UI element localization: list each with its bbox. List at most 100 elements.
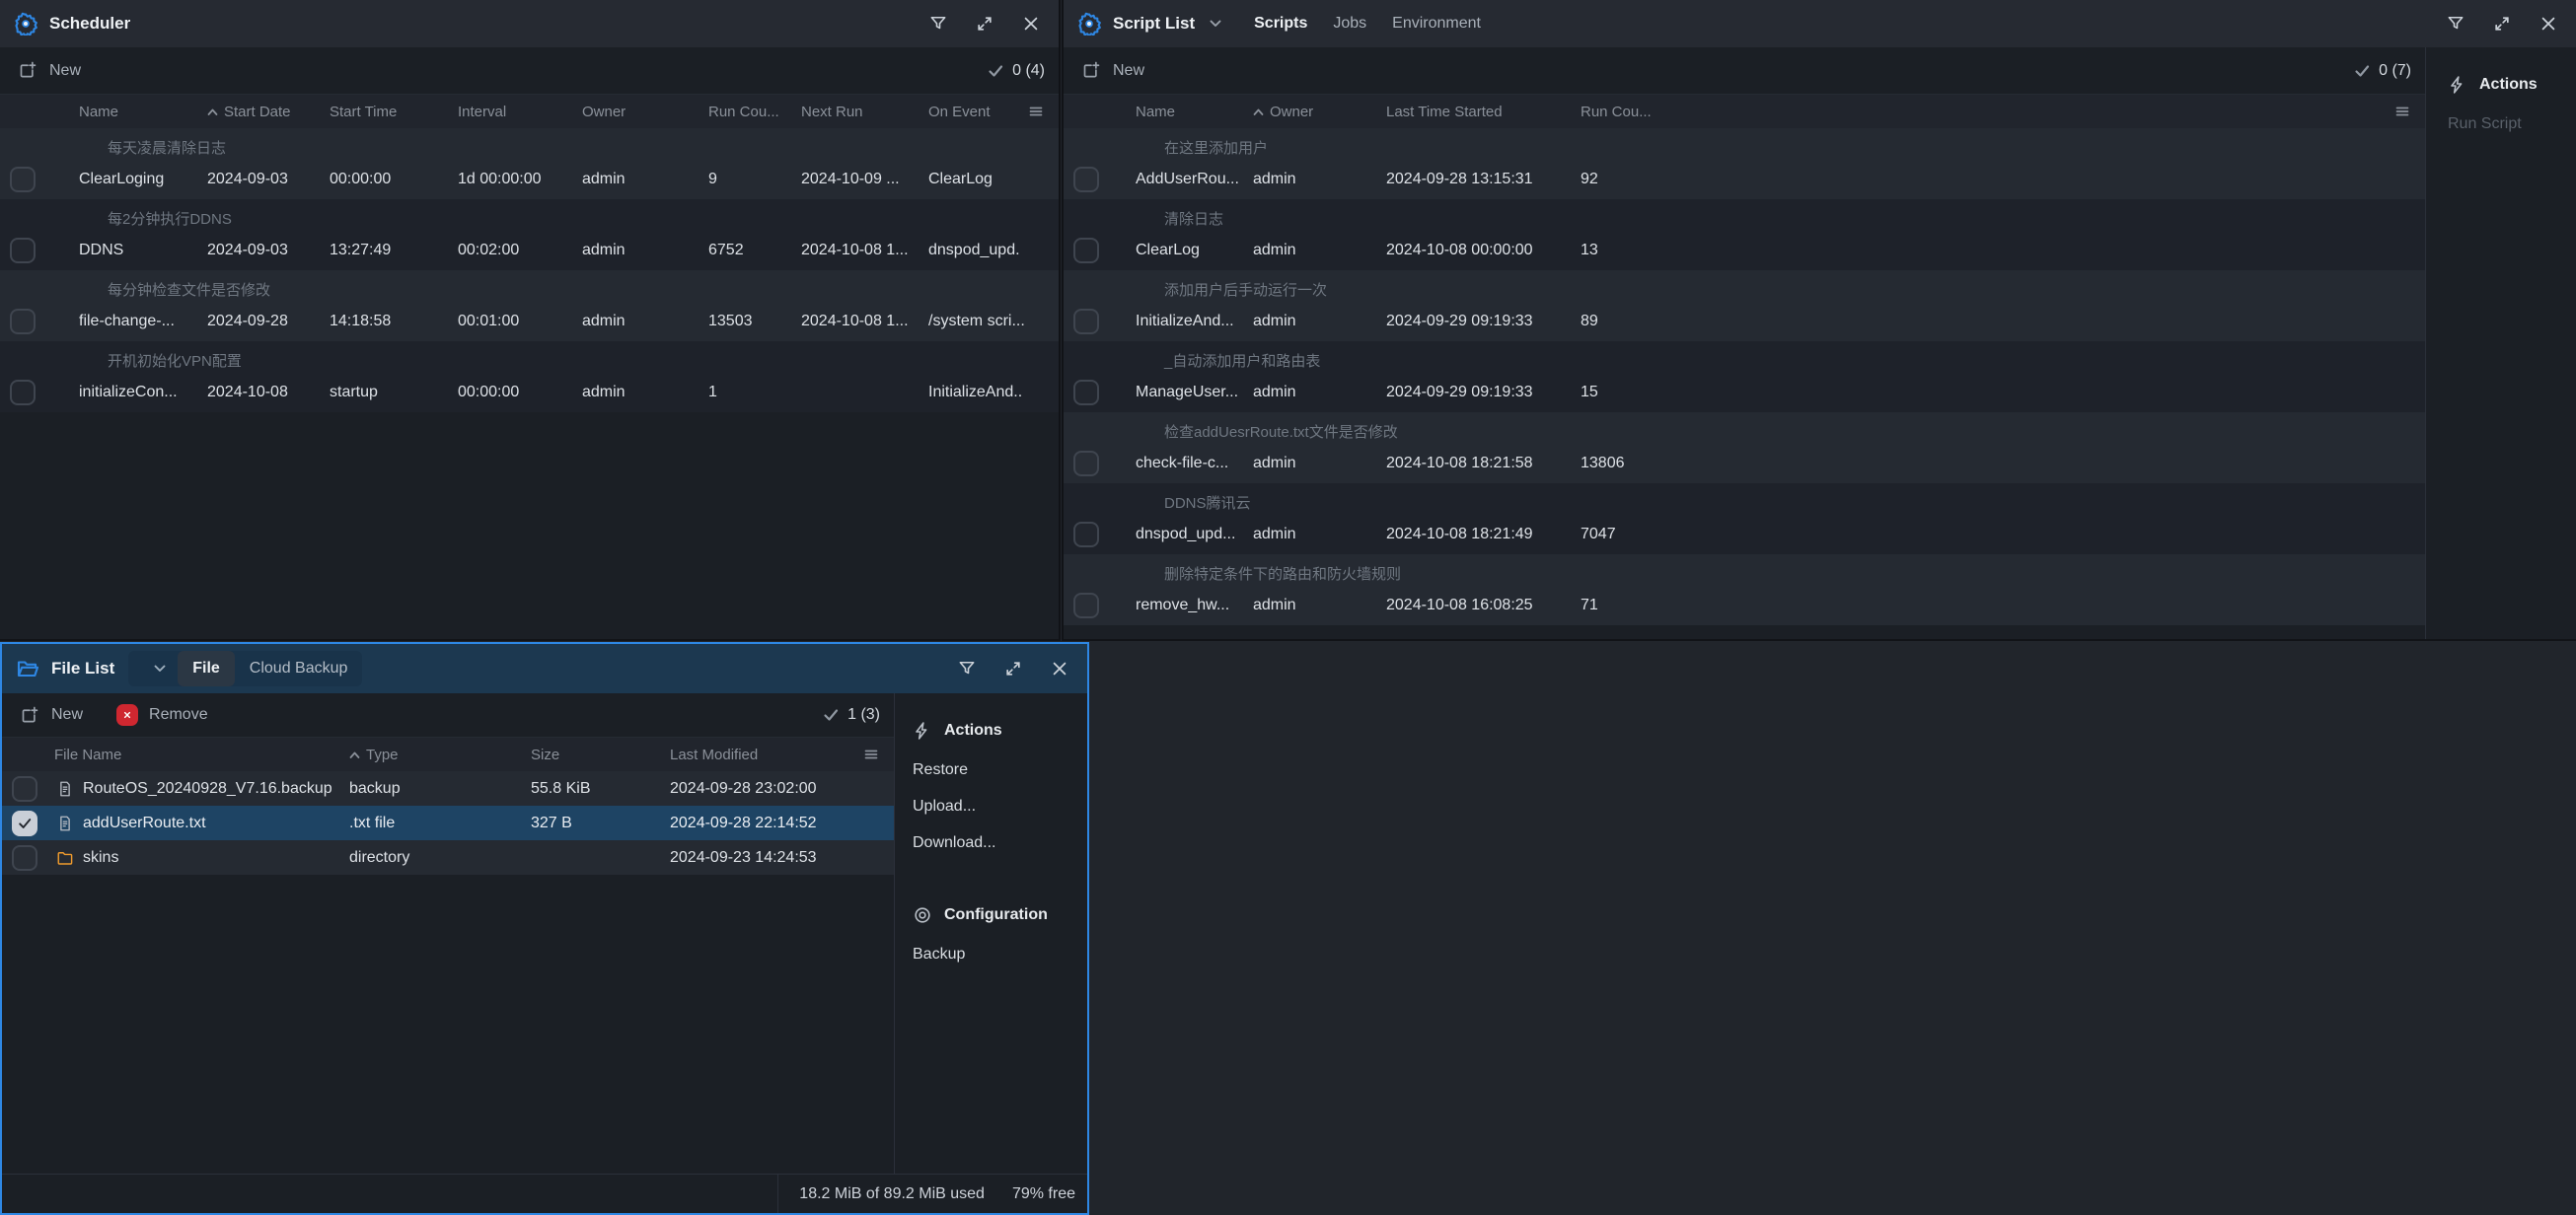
column-header-owner[interactable]: Owner [582, 104, 708, 120]
comment-row[interactable]: 开机初始化VPN配置 [0, 341, 1059, 373]
column-header-start-time[interactable]: Start Time [330, 104, 458, 120]
comment-row[interactable]: 在这里添加用户 [1064, 128, 2425, 160]
table-row[interactable]: initializeCon... 2024-10-08 startup 00:0… [0, 373, 1059, 412]
check-icon[interactable] [2354, 63, 2370, 79]
comment-row[interactable]: 每分钟检查文件是否修改 [0, 270, 1059, 302]
expand-icon[interactable] [975, 14, 994, 34]
column-header-name[interactable]: Name [1136, 104, 1253, 120]
row-checkbox[interactable] [10, 167, 36, 192]
comment-row[interactable]: 每天凌晨清除日志 [0, 128, 1059, 160]
close-icon[interactable] [1021, 14, 1041, 34]
table-row[interactable]: ClearLoging 2024-09-03 00:00:00 1d 00:00… [0, 160, 1059, 199]
column-header-run-count[interactable]: Run Cou... [1581, 104, 2425, 120]
row-checkbox[interactable] [10, 238, 36, 263]
tab-environment[interactable]: Environment [1382, 9, 1491, 38]
column-header-size[interactable]: Size [531, 747, 670, 763]
row-checkbox[interactable] [1073, 238, 1099, 263]
new-button-label: New [51, 706, 83, 724]
table-row[interactable]: skins directory 2024-09-23 14:24:53 [2, 840, 894, 875]
table-row-group: 添加用户后手动运行一次 InitializeAnd... admin 2024-… [1064, 270, 2425, 341]
table-row-selected[interactable]: addUserRoute.txt .txt file 327 B 2024-09… [2, 806, 894, 840]
table-row-group: 清除日志 ClearLog admin 2024-10-08 00:00:00 … [1064, 199, 2425, 270]
table-row[interactable]: check-file-c... admin 2024-10-08 18:21:5… [1064, 444, 2425, 483]
row-checkbox[interactable] [12, 845, 37, 871]
table-row[interactable]: RouteOS_20240928_V7.16.backup backup 55.… [2, 771, 894, 806]
comment-row[interactable]: 删除特定条件下的路由和防火墙规则 [1064, 554, 2425, 586]
comment-row[interactable]: 清除日志 [1064, 199, 2425, 231]
column-header-on-event[interactable]: On Event [928, 104, 1026, 120]
expand-icon[interactable] [2492, 14, 2512, 34]
filter-icon[interactable] [928, 14, 948, 34]
file-list-toolbar: New Remove 1 (3) [2, 693, 894, 738]
columns-menu-icon[interactable] [1027, 103, 1045, 120]
column-header-owner[interactable]: Owner [1253, 104, 1386, 120]
column-header-name[interactable]: Name [79, 104, 207, 120]
row-checkbox-checked[interactable] [12, 811, 37, 836]
table-row[interactable]: remove_hw... admin 2024-10-08 16:08:25 7… [1064, 586, 2425, 625]
table-row-group: DDNS腾讯云 dnspod_upd... admin 2024-10-08 1… [1064, 483, 2425, 554]
expand-icon[interactable] [1003, 659, 1023, 679]
table-row[interactable]: AddUserRou... admin 2024-09-28 13:15:31 … [1064, 160, 2425, 199]
close-icon[interactable] [1050, 659, 1069, 679]
row-checkbox[interactable] [1073, 167, 1099, 192]
remove-button[interactable]: Remove [116, 704, 208, 726]
table-row-group: 删除特定条件下的路由和防火墙规则 remove_hw... admin 2024… [1064, 554, 2425, 625]
new-button[interactable]: New [1081, 60, 1144, 81]
script-actions-panel: Actions Run Script [2425, 47, 2576, 639]
column-header-last-modified[interactable]: Last Modified [670, 747, 860, 763]
gear-icon [14, 12, 37, 36]
filter-icon[interactable] [957, 659, 977, 679]
row-checkbox[interactable] [1073, 593, 1099, 618]
comment-row[interactable]: 每2分钟执行DDNS [0, 199, 1059, 231]
column-header-start-date[interactable]: Start Date [207, 104, 330, 120]
chevron-down-icon[interactable] [142, 662, 178, 676]
column-header-type[interactable]: Type [349, 747, 531, 763]
run-script-button[interactable]: Run Script [2448, 114, 2566, 134]
table-row[interactable]: dnspod_upd... admin 2024-10-08 18:21:49 … [1064, 515, 2425, 554]
new-button[interactable]: New [18, 60, 81, 81]
backup-button[interactable]: Backup [913, 945, 1077, 965]
chevron-down-icon[interactable] [1209, 17, 1222, 31]
new-button[interactable]: New [20, 705, 83, 726]
tab-scripts[interactable]: Scripts [1244, 9, 1317, 38]
tab-jobs[interactable]: Jobs [1323, 9, 1376, 38]
row-checkbox[interactable] [1073, 380, 1099, 405]
check-icon[interactable] [823, 707, 839, 723]
comment-row[interactable]: _自动添加用户和路由表 [1064, 341, 2425, 373]
upload-button[interactable]: Upload... [913, 797, 1077, 817]
comment-row[interactable]: 添加用户后手动运行一次 [1064, 270, 2425, 302]
filter-icon[interactable] [2446, 14, 2466, 34]
file-list-statusbar: 18.2 MiB of 89.2 MiB used 79% free [2, 1174, 1087, 1213]
table-row[interactable]: ManageUser... admin 2024-09-29 09:19:33 … [1064, 373, 2425, 412]
columns-menu-icon[interactable] [2393, 103, 2411, 120]
column-header-next-run[interactable]: Next Run [801, 104, 928, 120]
column-header-file-name[interactable]: File Name [2, 747, 349, 763]
table-row[interactable]: file-change-... 2024-09-28 14:18:58 00:0… [0, 302, 1059, 341]
check-icon[interactable] [988, 63, 1003, 79]
row-checkbox[interactable] [1073, 522, 1099, 547]
download-button[interactable]: Download... [913, 833, 1077, 853]
row-checkbox[interactable] [12, 776, 37, 802]
selection-count: 1 (3) [823, 706, 880, 724]
column-header-last-time-started[interactable]: Last Time Started [1386, 104, 1581, 120]
column-header-run-count[interactable]: Run Cou... [708, 104, 801, 120]
comment-row[interactable]: DDNS腾讯云 [1064, 483, 2425, 515]
columns-menu-icon[interactable] [862, 746, 880, 763]
row-checkbox[interactable] [10, 309, 36, 334]
restore-button[interactable]: Restore [913, 760, 1077, 780]
close-icon[interactable] [2539, 14, 2558, 34]
file-actions-panel: Actions Restore Upload... Download... Co… [894, 693, 1087, 1174]
window-title: File List [51, 659, 114, 679]
table-row[interactable]: DDNS 2024-09-03 13:27:49 00:02:00 admin … [0, 231, 1059, 270]
sort-ascending-icon [1253, 107, 1264, 116]
tab-cloud-backup[interactable]: Cloud Backup [235, 651, 363, 686]
tab-file[interactable]: File [178, 651, 235, 686]
row-checkbox[interactable] [10, 380, 36, 405]
table-row[interactable]: ClearLog admin 2024-10-08 00:00:00 13 [1064, 231, 2425, 270]
column-header-interval[interactable]: Interval [458, 104, 582, 120]
row-checkbox[interactable] [1073, 309, 1099, 334]
comment-row[interactable]: 检查addUesrRoute.txt文件是否修改 [1064, 412, 2425, 444]
window-title: Script List [1113, 14, 1195, 34]
table-row[interactable]: InitializeAnd... admin 2024-09-29 09:19:… [1064, 302, 2425, 341]
row-checkbox[interactable] [1073, 451, 1099, 476]
